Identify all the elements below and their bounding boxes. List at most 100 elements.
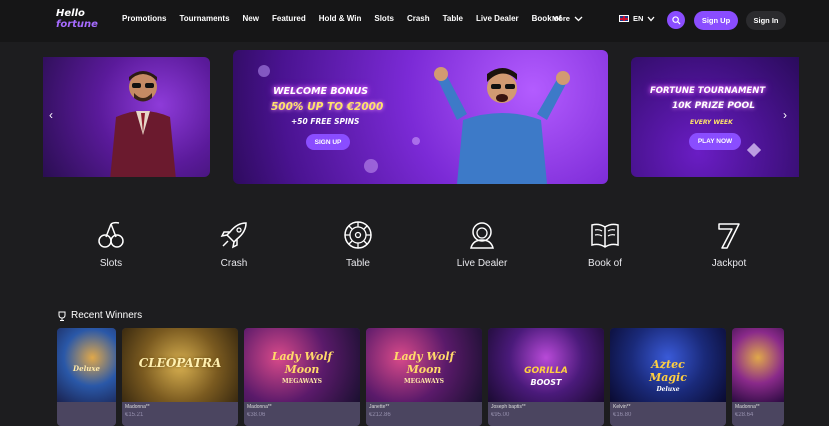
winner-name: Madonna** xyxy=(247,404,272,410)
winner-meta: Kelvin** €16.80 xyxy=(610,402,726,426)
nav-live-dealer[interactable]: Live Dealer xyxy=(476,14,519,23)
game-logo-text: Moon xyxy=(284,363,320,376)
welcome-bonus-banner[interactable]: WELCOME BONUS 500% UP TO €2000 +50 FREE … xyxy=(233,50,608,184)
game-thumbnail: CLEOPATRA xyxy=(122,328,238,402)
coin-decoration-icon xyxy=(364,159,378,173)
game-thumbnail: Lady Wolf Moon MEGAWAYS xyxy=(366,328,482,402)
winner-name: Joseph baptis** xyxy=(491,404,526,410)
winner-name: Janette** xyxy=(369,404,390,410)
game-logo-text: Aztec xyxy=(651,358,685,371)
coin-decoration-icon xyxy=(412,137,420,145)
play-now-button[interactable]: PLAY NOW xyxy=(689,133,741,150)
game-logo-text: CLEOPATRA xyxy=(138,356,222,370)
winner-amount: €212.86 xyxy=(369,412,391,418)
category-jackpot[interactable]: Jackpot xyxy=(684,220,774,269)
winner-meta: Madonna** €38.06 xyxy=(244,402,360,426)
winner-name: Kelvin** xyxy=(613,404,631,410)
chevron-down-icon xyxy=(574,16,583,21)
winner-name: Madonna** xyxy=(125,404,150,410)
more-menu[interactable]: More xyxy=(552,14,583,23)
recent-winners-label: Recent Winners xyxy=(71,310,143,321)
nav-new[interactable]: New xyxy=(243,14,259,23)
game-thumbnail: Deluxe xyxy=(57,328,116,402)
roulette-icon xyxy=(344,221,372,249)
game-logo-text: GORILLA xyxy=(524,366,568,376)
more-label: More xyxy=(552,14,570,23)
game-logo-text: Lady Wolf xyxy=(271,350,333,363)
nav-crash[interactable]: Crash xyxy=(407,14,430,23)
game-thumbnail: Lady Wolf Moon MEGAWAYS xyxy=(244,328,360,402)
carousel-prev-arrow[interactable]: ‹ xyxy=(49,108,53,122)
winner-amount: €28.64 xyxy=(735,412,754,418)
main-nav: Promotions Tournaments New Featured Hold… xyxy=(122,14,574,23)
winner-meta: Janette** €212.86 xyxy=(366,402,482,426)
nav-featured[interactable]: Featured xyxy=(272,14,306,23)
banner-sign-up-button[interactable]: SIGN UP xyxy=(306,134,350,150)
bonus-title: WELCOME BONUS xyxy=(273,86,369,97)
trophy-icon xyxy=(58,311,66,321)
sign-up-button[interactable]: Sign Up xyxy=(694,11,738,30)
game-logo-text: MEGAWAYS xyxy=(403,378,445,385)
category-label: Book of xyxy=(588,258,622,269)
nav-tournaments[interactable]: Tournaments xyxy=(179,14,229,23)
seven-icon xyxy=(718,223,740,249)
confetti-decoration-icon xyxy=(747,143,761,157)
nav-hold-win[interactable]: Hold & Win xyxy=(319,14,362,23)
category-live-dealer[interactable]: Live Dealer xyxy=(437,220,527,269)
category-book-of[interactable]: Book of xyxy=(560,220,650,269)
tournament-prize: 10K PRIZE POOL xyxy=(672,101,755,111)
game-logo-text: MEGAWAYS xyxy=(281,378,323,385)
category-table[interactable]: Table xyxy=(313,220,403,269)
book-icon xyxy=(591,223,619,248)
logo-line2: fortune xyxy=(56,19,98,30)
nav-slots[interactable]: Slots xyxy=(374,14,394,23)
fortune-tournament-banner[interactable]: FORTUNE TOURNAMENT 10K PRIZE POOL EVERY … xyxy=(631,57,799,177)
winner-tile[interactable]: Deluxe xyxy=(57,328,116,426)
carousel-next-arrow[interactable]: › xyxy=(783,108,787,122)
category-label: Table xyxy=(346,258,370,269)
winner-tile[interactable]: Lady Wolf Moon MEGAWAYS Madonna** €38.06 xyxy=(244,328,360,426)
winner-meta xyxy=(57,402,116,426)
promo-banner-left[interactable]: ‹ xyxy=(43,57,210,177)
winner-tile[interactable]: GORILLA BOOST Joseph baptis** €95.00 xyxy=(488,328,604,426)
game-logo-text: BOOST xyxy=(530,378,562,387)
winner-tile[interactable]: CLEOPATRA Madonna** €15.21 xyxy=(122,328,238,426)
winner-amount: €16.80 xyxy=(613,412,632,418)
game-logo-text: Lady Wolf xyxy=(393,350,455,363)
category-label: Crash xyxy=(220,258,248,269)
winner-meta: Joseph baptis** €95.00 xyxy=(488,402,604,426)
language-label: EN xyxy=(633,14,644,23)
bonus-amount: 500% UP TO €2000 xyxy=(271,101,384,113)
category-slots[interactable]: Slots xyxy=(66,220,156,269)
language-selector[interactable]: EN xyxy=(619,14,655,23)
game-thumbnail: GORILLA BOOST xyxy=(488,328,604,402)
uk-flag-icon xyxy=(619,15,629,22)
sign-in-button[interactable]: Sign In xyxy=(746,11,786,30)
cherries-icon xyxy=(98,221,124,248)
nav-table[interactable]: Table xyxy=(443,14,463,23)
game-thumbnail: Aztec Magic Deluxe xyxy=(610,328,726,402)
category-label: Slots xyxy=(99,258,123,269)
winner-meta: Madonna** €28.64 xyxy=(732,402,784,426)
game-logo-text: Moon xyxy=(406,363,442,376)
winner-tile[interactable]: Madonna** €28.64 xyxy=(732,328,784,426)
nav-promotions[interactable]: Promotions xyxy=(122,14,166,23)
top-header: Hello fortune Promotions Tournaments New… xyxy=(0,0,829,42)
rocket-icon xyxy=(220,222,247,249)
search-icon xyxy=(671,15,681,25)
winner-amount: €38.06 xyxy=(247,412,266,418)
winner-tile[interactable]: Lady Wolf Moon MEGAWAYS Janette** €212.8… xyxy=(366,328,482,426)
chevron-down-icon xyxy=(647,16,655,21)
winner-meta: Madonna** €15.21 xyxy=(122,402,238,426)
game-logo-text: Deluxe xyxy=(73,364,100,373)
man-in-suit-image xyxy=(110,71,176,177)
category-label: Live Dealer xyxy=(456,258,508,269)
hello-fortune-logo[interactable]: Hello fortune xyxy=(56,8,100,34)
recent-winners-heading: Recent Winners xyxy=(57,310,142,321)
category-crash[interactable]: Crash xyxy=(189,220,279,269)
tournament-frequency: EVERY WEEK xyxy=(690,119,733,126)
search-button[interactable] xyxy=(667,11,685,29)
category-label: Jackpot xyxy=(711,258,747,269)
excited-man-image xyxy=(434,67,570,184)
winner-tile[interactable]: Aztec Magic Deluxe Kelvin** €16.80 xyxy=(610,328,726,426)
